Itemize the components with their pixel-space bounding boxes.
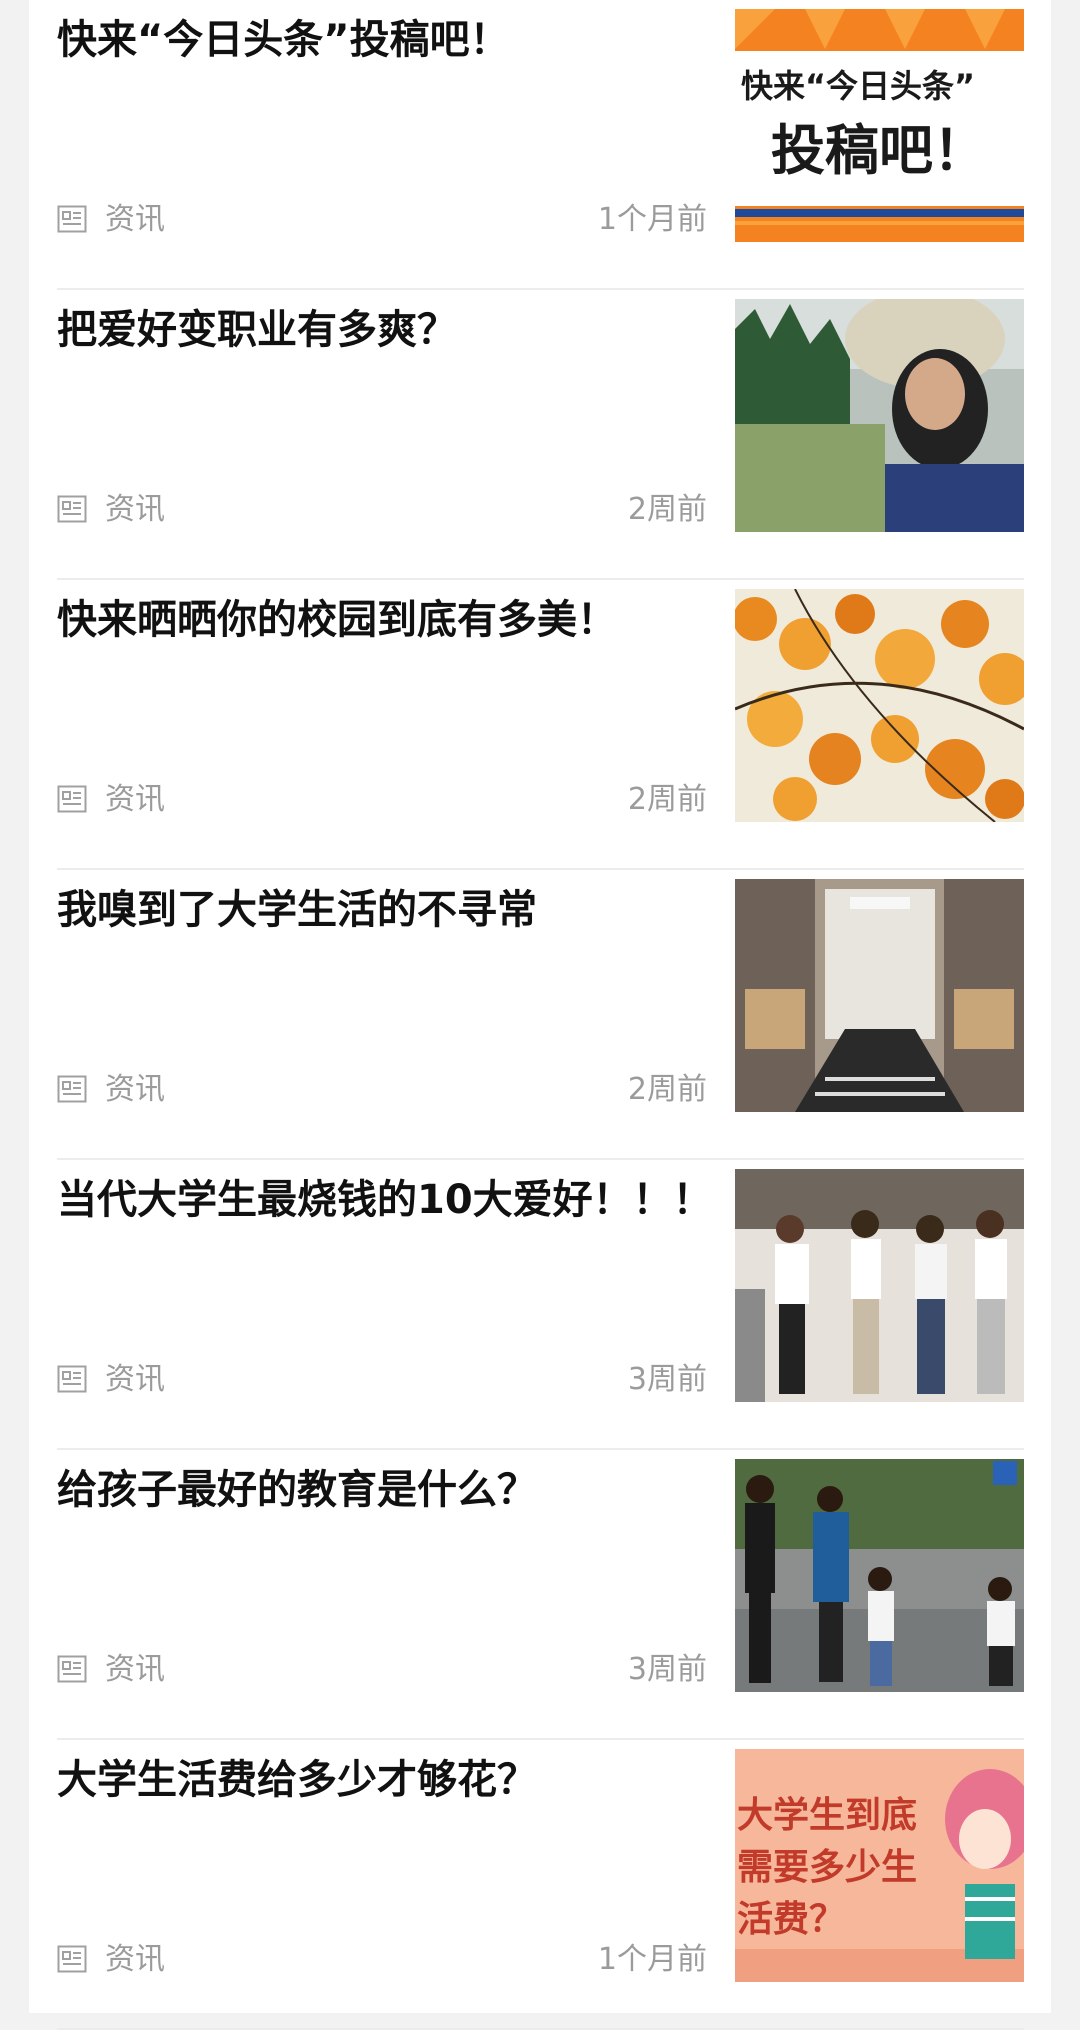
publish-time: 3周前: [627, 1362, 707, 1397]
thumbnail-caption-line: 投稿吧！: [771, 119, 987, 182]
list-item[interactable]: 快来晒晒你的校园到底有多美！ 资讯 2周前: [57, 580, 1024, 870]
category-label: 资讯: [105, 782, 165, 817]
thumbnail-caption-line: 需要多少生: [737, 1847, 917, 1888]
article-meta: 资讯 3周前: [57, 1358, 707, 1404]
article-title[interactable]: 我嗅到了大学生活的不寻常: [57, 882, 707, 938]
article-thumbnail[interactable]: [735, 299, 1024, 532]
article-meta: 资讯 1个月前: [57, 1938, 707, 1984]
publish-time: 3周前: [627, 1652, 707, 1687]
article-meta: 资讯 2周前: [57, 778, 707, 824]
article-title[interactable]: 大学生活费给多少才够花？: [57, 1752, 707, 1808]
list-item[interactable]: 我嗅到了大学生活的不寻常 资讯 2周前: [57, 870, 1024, 1160]
publish-time: 2周前: [627, 782, 707, 817]
publish-time: 1个月前: [597, 1942, 707, 1977]
news-article-icon: [57, 205, 87, 233]
thumbnail-caption-line: 活费？: [737, 1899, 845, 1940]
list-item[interactable]: 大学生活费给多少才够花？ 资讯 1个月前 大学生到底 需要多少生 活费？: [57, 1740, 1024, 2030]
list-item[interactable]: 快来“今日头条”投稿吧！ 资讯 1个月前 快来“今日头条” 投稿吧！: [57, 0, 1024, 290]
news-article-icon: [57, 785, 87, 813]
category-label: 资讯: [105, 202, 165, 237]
category-label: 资讯: [105, 1072, 165, 1107]
thumbnail-caption-line: 大学生到底: [737, 1794, 917, 1836]
article-thumbnail[interactable]: [735, 1169, 1024, 1402]
article-thumbnail[interactable]: 快来“今日头条” 投稿吧！: [735, 9, 1024, 242]
article-thumbnail[interactable]: [735, 879, 1024, 1112]
article-meta: 资讯 2周前: [57, 488, 707, 534]
list-item[interactable]: 给孩子最好的教育是什么？ 资讯 3周前: [57, 1450, 1024, 1740]
article-title[interactable]: 快来晒晒你的校园到底有多美！: [57, 592, 707, 648]
list-item[interactable]: 把爱好变职业有多爽？ 资讯 2周前: [57, 290, 1024, 580]
news-feed-list: 快来“今日头条”投稿吧！ 资讯 1个月前 快来“今日头条” 投稿吧！ 把爱好变职…: [29, 0, 1051, 2030]
article-title[interactable]: 当代大学生最烧钱的10大爱好！！！: [57, 1172, 713, 1228]
article-thumbnail[interactable]: 大学生到底 需要多少生 活费？: [735, 1749, 1024, 1982]
article-meta: 资讯 3周前: [57, 1648, 707, 1694]
article-thumbnail[interactable]: [735, 1459, 1024, 1692]
publish-time: 2周前: [627, 1072, 707, 1107]
publish-time: 1个月前: [597, 202, 707, 237]
news-article-icon: [57, 495, 87, 523]
article-thumbnail[interactable]: [735, 589, 1024, 822]
article-meta: 资讯 2周前: [57, 1068, 707, 1114]
news-article-icon: [57, 1945, 87, 1973]
category-label: 资讯: [105, 492, 165, 527]
article-title[interactable]: 快来“今日头条”投稿吧！: [57, 12, 707, 68]
category-label: 资讯: [105, 1362, 165, 1397]
category-label: 资讯: [105, 1942, 165, 1977]
article-title[interactable]: 把爱好变职业有多爽？: [57, 302, 707, 358]
news-article-icon: [57, 1655, 87, 1683]
news-article-icon: [57, 1075, 87, 1103]
category-label: 资讯: [105, 1652, 165, 1687]
thumbnail-caption-line: 快来“今日头条”: [741, 67, 975, 105]
article-meta: 资讯 1个月前: [57, 198, 707, 244]
news-article-icon: [57, 1365, 87, 1393]
list-item[interactable]: 当代大学生最烧钱的10大爱好！！！ 资讯 3周前: [57, 1160, 1024, 1450]
article-title[interactable]: 给孩子最好的教育是什么？: [57, 1462, 707, 1518]
publish-time: 2周前: [627, 492, 707, 527]
